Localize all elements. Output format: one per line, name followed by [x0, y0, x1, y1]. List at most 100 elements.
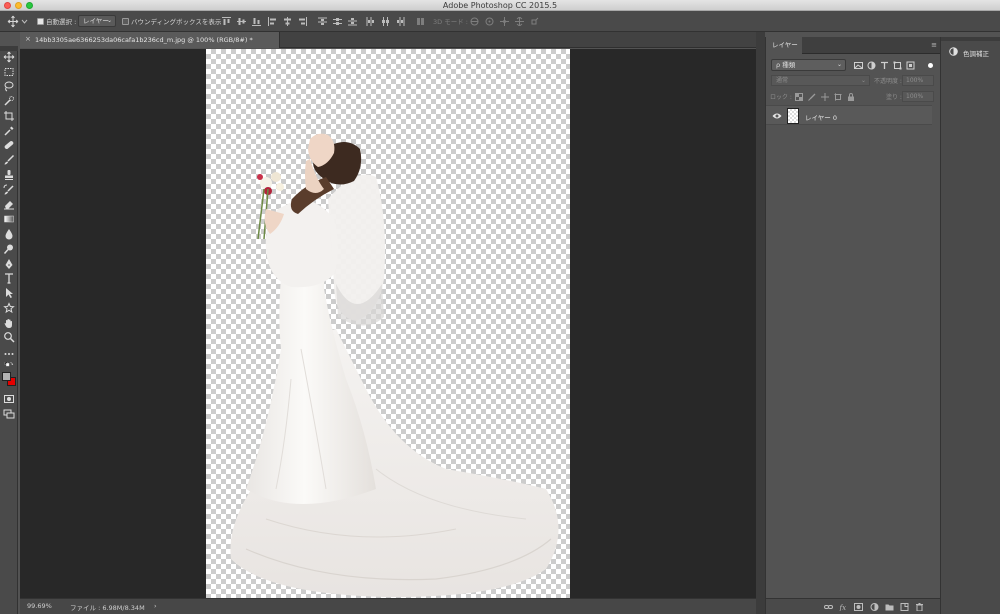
- blur-tool[interactable]: [3, 228, 15, 240]
- distribute-vcenter-icon[interactable]: [333, 17, 342, 26]
- distribute-hcenter-icon[interactable]: [381, 17, 390, 26]
- auto-select-target-dropdown[interactable]: レイヤー ⌄: [78, 15, 116, 27]
- lasso-tool[interactable]: [3, 80, 15, 92]
- document-tab[interactable]: × 14bb3305ae6366253da06cafa1b236cd_m.jpg…: [20, 32, 280, 48]
- auto-select-target-value: レイヤー: [83, 17, 109, 25]
- distribute-top-icon[interactable]: [318, 17, 327, 26]
- align-hcenter-icon[interactable]: [283, 17, 292, 26]
- align-vcenter-icon[interactable]: [237, 17, 246, 26]
- edit-toolbar-button[interactable]: [3, 348, 15, 360]
- 3d-roll-icon[interactable]: [485, 17, 494, 26]
- marquee-icon: [4, 68, 14, 76]
- canvas-workspace[interactable]: [20, 49, 756, 598]
- layer-filter-dropdown[interactable]: ρ 種類 ⌄: [771, 59, 846, 71]
- auto-align-icon[interactable]: [416, 17, 425, 26]
- shape-tool[interactable]: [3, 302, 15, 314]
- lock-transparent-icon[interactable]: [795, 93, 803, 101]
- distribute-left-icon[interactable]: [366, 17, 375, 26]
- filter-adjustment-icon[interactable]: [867, 61, 876, 70]
- align-top-icon[interactable]: [222, 17, 231, 26]
- history-brush-icon: [3, 184, 14, 195]
- bride-image-layer: [230, 133, 559, 598]
- new-adjustment-layer-icon[interactable]: [870, 603, 879, 611]
- file-size-info: ファイル : 6.98M/8.34M: [70, 604, 145, 612]
- filter-type-icon[interactable]: [880, 61, 889, 70]
- eraser-tool[interactable]: [3, 198, 15, 210]
- layer-row[interactable]: レイヤー 0: [766, 105, 932, 125]
- zoom-tool[interactable]: [3, 331, 15, 343]
- arrow-pointer-icon: [6, 288, 13, 298]
- path-selection-tool[interactable]: [3, 287, 15, 299]
- document-tab-bar: × 14bb3305ae6366253da06cafa1b236cd_m.jpg…: [20, 32, 756, 48]
- quick-mask-button[interactable]: [3, 393, 15, 405]
- 3d-pan-icon[interactable]: [500, 17, 509, 26]
- default-colors-button[interactable]: [3, 361, 15, 370]
- 3d-orbit-icon[interactable]: [470, 17, 479, 26]
- blend-row: 通常 ⌄ 不透明度 : 100%: [766, 75, 941, 87]
- crop-tool[interactable]: [3, 110, 15, 122]
- new-layer-icon[interactable]: [900, 603, 909, 611]
- add-mask-icon[interactable]: [854, 603, 863, 611]
- status-menu-arrow[interactable]: ›: [154, 602, 157, 610]
- blend-mode-dropdown[interactable]: 通常 ⌄: [771, 75, 870, 86]
- filter-pixel-icon[interactable]: [854, 61, 863, 70]
- tools-panel: [0, 46, 18, 614]
- link-layers-icon[interactable]: [824, 603, 833, 611]
- distribute-bottom-icon[interactable]: [348, 17, 357, 26]
- auto-select-checkbox[interactable]: [37, 18, 44, 25]
- move-tool-preset-icon[interactable]: [7, 15, 29, 28]
- quick-select-tool[interactable]: [3, 95, 15, 107]
- foreground-color-swatch[interactable]: [2, 372, 11, 381]
- document-canvas[interactable]: [206, 49, 570, 598]
- panel-dock-grip[interactable]: [941, 37, 1000, 41]
- layer-name[interactable]: レイヤー 0: [805, 112, 837, 122]
- layer-thumbnail[interactable]: [787, 108, 799, 124]
- healing-brush-tool[interactable]: [3, 139, 15, 151]
- distribute-right-icon[interactable]: [396, 17, 405, 26]
- trash-icon[interactable]: [915, 603, 924, 611]
- filter-shape-icon[interactable]: [893, 61, 902, 70]
- lasso-icon: [4, 81, 14, 92]
- align-right-icon[interactable]: [298, 17, 307, 26]
- move-tool[interactable]: [3, 51, 15, 63]
- eyedropper-tool[interactable]: [3, 125, 15, 137]
- lock-position-icon[interactable]: [821, 93, 829, 101]
- layer-style-fx-icon[interactable]: fx: [839, 603, 848, 611]
- lock-pixels-icon[interactable]: [808, 93, 816, 101]
- align-bottom-icon[interactable]: [252, 17, 261, 26]
- bounding-box-checkbox[interactable]: [122, 18, 129, 25]
- gradient-icon: [4, 215, 14, 223]
- clone-stamp-tool[interactable]: [3, 169, 15, 181]
- zoom-level[interactable]: 99.69%: [27, 602, 52, 610]
- marquee-tool[interactable]: [3, 66, 15, 78]
- type-tool[interactable]: [3, 272, 15, 284]
- hand-tool[interactable]: [3, 317, 15, 329]
- opacity-field[interactable]: 100%: [902, 75, 934, 86]
- new-group-folder-icon[interactable]: [885, 603, 894, 611]
- lock-row: ロック : 塗り : 100%: [766, 91, 941, 103]
- eye-icon[interactable]: [772, 112, 782, 120]
- tab-layers[interactable]: レイヤー: [766, 37, 802, 54]
- filter-smart-object-icon[interactable]: [906, 61, 915, 70]
- 3d-mode-label: 3D モード :: [433, 18, 468, 26]
- dodge-tool[interactable]: [3, 243, 15, 255]
- history-brush-tool[interactable]: [3, 184, 15, 196]
- filter-toggle-icon[interactable]: [926, 61, 935, 70]
- panel-menu-icon[interactable]: ≡: [931, 41, 937, 49]
- align-left-icon[interactable]: [268, 17, 277, 26]
- lock-artboard-icon[interactable]: [834, 93, 842, 101]
- brush-tool[interactable]: [3, 154, 15, 166]
- lock-all-icon[interactable]: [847, 93, 855, 101]
- auto-select-label: 自動選択 :: [46, 18, 77, 26]
- panel-divider: [756, 32, 765, 614]
- adjustments-panel-button[interactable]: 色調補正: [941, 45, 1000, 59]
- pen-tool[interactable]: [3, 258, 15, 270]
- close-tab-icon[interactable]: ×: [25, 35, 31, 43]
- hand-icon: [4, 318, 12, 328]
- 3d-scale-icon[interactable]: [530, 17, 539, 26]
- screen-mode-button[interactable]: [3, 408, 15, 420]
- fill-field[interactable]: 100%: [902, 91, 934, 102]
- 3d-slide-icon[interactable]: [515, 17, 524, 26]
- crop-icon: [4, 111, 14, 121]
- gradient-tool[interactable]: [3, 213, 15, 225]
